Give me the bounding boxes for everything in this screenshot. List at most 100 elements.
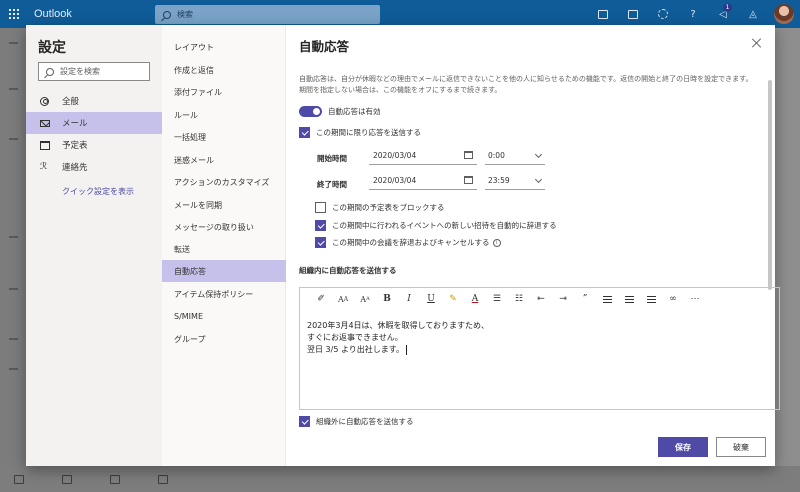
category-calendar[interactable]: 予定表 [26, 134, 162, 156]
external-checkbox-label: 組織外に自動応答を送信する [316, 417, 414, 426]
app-launcher-icon[interactable] [0, 0, 28, 28]
decline-invites-checkbox[interactable] [315, 220, 326, 231]
attach-icon[interactable] [158, 474, 168, 484]
align-center-icon[interactable] [618, 290, 640, 308]
mail-icon [40, 119, 50, 127]
italic-icon[interactable]: I [398, 290, 420, 308]
close-icon[interactable] [751, 37, 763, 49]
help-icon[interactable]: ? [678, 0, 708, 28]
settings-search-placeholder: 設定を検索 [60, 67, 100, 76]
decrease-indent-icon[interactable]: ⇤ [530, 290, 552, 308]
toggle-label: 自動応答は有効 [328, 107, 381, 116]
people-icon: ℛ [40, 162, 48, 172]
teams-icon[interactable] [588, 0, 618, 28]
block-calendar-label: この期間の予定表をブロックする [332, 203, 445, 212]
nav-smime[interactable]: S/MIME [162, 305, 286, 327]
increase-indent-icon[interactable]: ⇥ [552, 290, 574, 308]
category-label: メール [62, 119, 88, 129]
period-checkbox-row: この期間に限り応答を送信する [299, 127, 421, 138]
category-mail[interactable]: メール [26, 112, 162, 134]
highlight-icon[interactable]: ✎ [442, 290, 464, 308]
nav-customize-actions[interactable]: アクションのカスタマイズ [162, 171, 286, 193]
nav-automatic-replies[interactable]: 自動応答 [162, 260, 286, 282]
start-time-dropdown[interactable]: 0:00 [485, 147, 545, 165]
settings-title: 設定 [38, 40, 66, 56]
decline-invites-row: この期間中に行われるイベントへの新しい招待を自動的に辞退する [315, 220, 557, 231]
chevron-down-icon [534, 175, 543, 184]
superscript-size-icon[interactable]: AA [354, 290, 376, 308]
quote-icon[interactable]: ” [574, 290, 596, 308]
todo-icon[interactable] [618, 0, 648, 28]
message-editor[interactable]: ✐ AA AA B I U ✎ A ☰ ☷ ⇤ ⇥ ” ∞ ⋯ 2020年3月4… [299, 287, 780, 410]
align-right-icon[interactable] [640, 290, 662, 308]
category-general[interactable]: 全般 [26, 90, 162, 112]
calendar-icon[interactable] [464, 176, 473, 184]
start-date-field[interactable]: 2020/03/04 [369, 147, 477, 165]
category-contacts[interactable]: ℛ 連絡先 [26, 156, 162, 178]
calendar-icon [40, 140, 50, 150]
bell-icon[interactable]: ◬ [738, 0, 768, 28]
nav-forwarding[interactable]: 転送 [162, 238, 286, 260]
text-caret [406, 344, 407, 355]
align-left-icon[interactable] [596, 290, 618, 308]
nav-attachments[interactable]: 添付ファイル [162, 81, 286, 103]
calendar-icon[interactable] [464, 151, 473, 159]
outlook-topbar: Outlook 検索 ? ◁ 1 ◬ [0, 0, 800, 28]
nav-junk-mail[interactable]: 迷惑メール [162, 149, 286, 171]
panel-title: 自動応答 [299, 39, 350, 54]
auto-reply-toggle[interactable] [299, 106, 322, 117]
notification-badge: 1 [723, 3, 732, 12]
decline-meetings-row: この期間中の会議を辞退およびキャンセルする i [315, 237, 501, 248]
end-time-label: 終了時間 [317, 180, 347, 189]
bold-icon[interactable]: B [376, 290, 398, 308]
automatic-replies-panel: 自動応答 自動応答は、自分が休暇などの理由でメールに返信できないことを他の人に知… [286, 25, 780, 466]
block-calendar-checkbox[interactable] [315, 202, 326, 213]
font-size-icon[interactable]: AA [332, 290, 354, 308]
bullets-icon[interactable]: ☰ [486, 290, 508, 308]
calendar-icon[interactable] [62, 474, 72, 484]
more-options-icon[interactable]: ⋯ [684, 290, 706, 308]
save-button[interactable]: 保存 [658, 437, 708, 457]
search-icon [163, 10, 171, 19]
global-search-box[interactable]: 検索 [155, 5, 380, 24]
megaphone-icon[interactable]: ◁ 1 [708, 0, 738, 28]
end-time-value: 23:59 [488, 176, 510, 185]
nav-layout[interactable]: レイアウト [162, 36, 286, 58]
link-icon[interactable]: ∞ [662, 290, 684, 308]
underline-icon[interactable]: U [420, 290, 442, 308]
end-date-field[interactable]: 2020/03/04 [369, 172, 477, 190]
nav-rules[interactable]: ルール [162, 104, 286, 126]
message-body[interactable]: 2020年3月4日は、休暇を取得しておりますため、 すぐにお返事できません。 翌… [307, 320, 489, 356]
nav-compose-reply[interactable]: 作成と返信 [162, 59, 286, 81]
format-painter-icon[interactable]: ✐ [310, 290, 332, 308]
settings-search-input[interactable]: 設定を検索 [38, 62, 150, 81]
period-checkbox[interactable] [299, 127, 310, 138]
numbering-icon[interactable]: ☷ [508, 290, 530, 308]
font-color-icon[interactable]: A [464, 290, 486, 308]
period-checkbox-label: この期間に限り応答を送信する [316, 128, 421, 137]
settings-gear-icon[interactable] [648, 0, 678, 28]
start-time-value: 0:00 [488, 151, 505, 160]
nav-message-handling[interactable]: メッセージの取り扱い [162, 216, 286, 238]
people-icon[interactable] [110, 474, 120, 484]
left-rail-background [0, 28, 26, 492]
outlook-brand[interactable]: Outlook [34, 8, 72, 20]
end-time-dropdown[interactable]: 23:59 [485, 172, 545, 190]
quick-settings-link[interactable]: クイック設定を表示 [62, 186, 134, 197]
nav-groups[interactable]: グループ [162, 328, 286, 350]
nav-sweep[interactable]: 一括処理 [162, 126, 286, 148]
external-checkbox[interactable] [299, 416, 310, 427]
search-icon [46, 67, 54, 76]
message-text: 2020年3月4日は、休暇を取得しておりますため、 すぐにお返事できません。 翌… [307, 321, 490, 354]
description-text: 自動応答は、自分が休暇などの理由でメールに返信できないことを他の人に知らせるため… [299, 75, 753, 94]
mail-settings-nav: レイアウト 作成と返信 添付ファイル ルール 一括処理 迷惑メール アクションの… [162, 25, 286, 466]
discard-button[interactable]: 破棄 [716, 437, 766, 457]
scrollbar[interactable] [768, 80, 772, 290]
nav-retention-policies[interactable]: アイテム保持ポリシー [162, 283, 286, 305]
mail-icon[interactable] [14, 474, 24, 484]
external-checkbox-row: 組織外に自動応答を送信する [299, 416, 414, 427]
info-icon[interactable]: i [492, 238, 501, 247]
nav-sync-email[interactable]: メールを同期 [162, 194, 286, 216]
decline-meetings-checkbox[interactable] [315, 237, 326, 248]
avatar[interactable] [774, 4, 794, 24]
